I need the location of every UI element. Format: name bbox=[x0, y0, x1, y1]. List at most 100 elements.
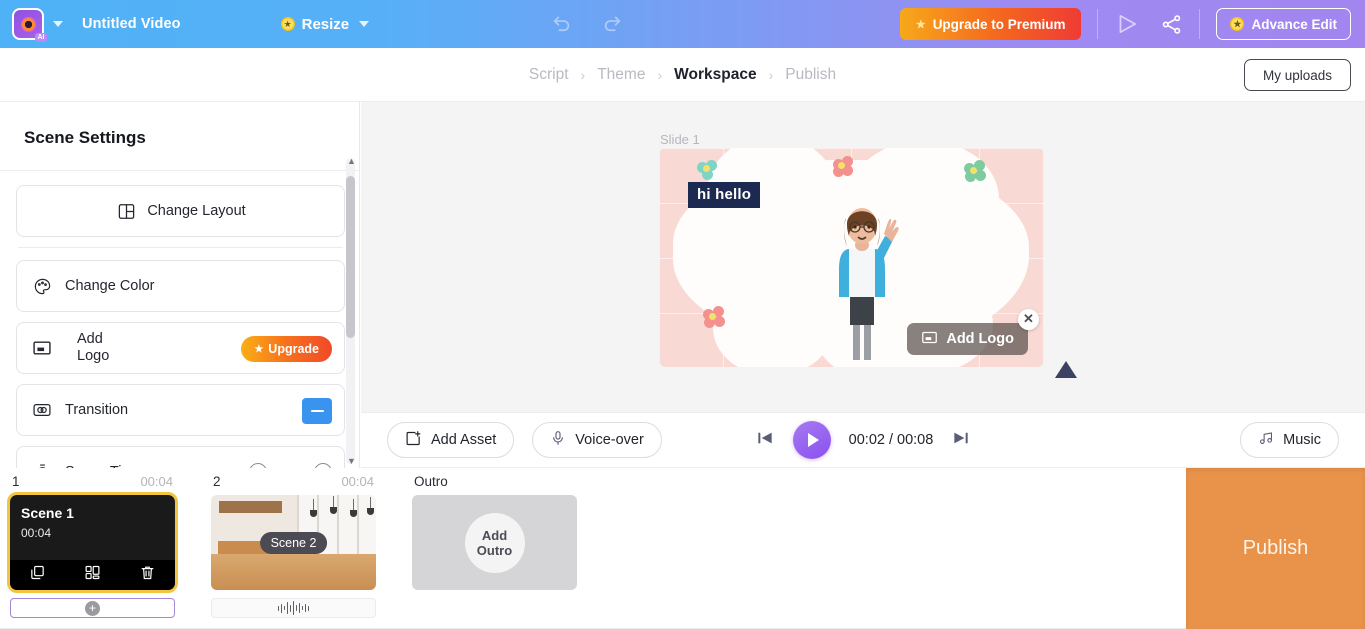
layout-icon bbox=[115, 200, 137, 222]
upgrade-to-premium-button[interactable]: ★ Upgrade to Premium bbox=[899, 8, 1082, 40]
add-logo-line1: Add bbox=[77, 331, 103, 347]
palette-icon bbox=[31, 275, 53, 297]
upgrade-badge-label: Upgrade bbox=[268, 342, 319, 356]
breadcrumb-steps: Script › Theme › Workspace › Publish bbox=[517, 66, 848, 84]
timeline-scene-1: 1 00:04 Scene 1 00:04 + bbox=[7, 474, 178, 618]
sidebar-item-label: Transition bbox=[65, 402, 129, 418]
duplicate-icon[interactable] bbox=[29, 564, 46, 586]
advance-edit-label: Advance Edit bbox=[1251, 16, 1337, 32]
player-toolbar: Add Asset Voice-over 00:02 / 00:08 Music bbox=[361, 412, 1365, 468]
text-element[interactable]: hi hello bbox=[688, 182, 761, 208]
timecode: 00:02 / 00:08 bbox=[848, 432, 934, 448]
add-logo-chip-label: Add Logo bbox=[946, 331, 1014, 347]
timeline: 1 00:04 Scene 1 00:04 + 2 00:04 Scene 2 … bbox=[0, 468, 1186, 629]
add-logo-line2: Logo bbox=[77, 348, 110, 364]
scene-thumbnail[interactable]: Scene 2 bbox=[211, 495, 376, 590]
audio-waveform-track[interactable] bbox=[211, 598, 376, 618]
scene-actions bbox=[10, 560, 175, 590]
publish-button[interactable]: Publish bbox=[1186, 468, 1365, 629]
scene-meta: 1 00:04 bbox=[10, 474, 175, 495]
sidebar-item-add-logo[interactable]: Add Logo ★ Upgrade bbox=[16, 322, 345, 374]
close-icon[interactable]: ✕ bbox=[1018, 309, 1039, 330]
breadcrumb-step-script[interactable]: Script bbox=[517, 66, 581, 84]
breadcrumb-step-workspace[interactable]: Workspace bbox=[662, 66, 768, 84]
scene-name: Scene 2 bbox=[259, 531, 328, 554]
stopwatch-icon bbox=[31, 461, 53, 468]
flower-icon bbox=[833, 156, 855, 177]
share-icon[interactable] bbox=[1160, 13, 1183, 36]
advance-edit-button[interactable]: ★ Advance Edit bbox=[1216, 8, 1351, 40]
flower-icon bbox=[964, 160, 988, 182]
scene-thumbnail-image: Scene 1 00:04 bbox=[10, 495, 175, 590]
history-controls bbox=[551, 11, 623, 38]
playback-controls: 00:02 / 00:08 bbox=[361, 421, 1365, 459]
sidebar-item-change-color[interactable]: Change Color bbox=[16, 260, 345, 312]
app-logo-ai-icon[interactable]: AI bbox=[12, 8, 47, 42]
transition-toggle[interactable] bbox=[302, 398, 332, 424]
scroll-up-icon[interactable]: ▲ bbox=[347, 156, 356, 166]
transition-icon bbox=[31, 399, 53, 421]
upgrade-label: Upgrade to Premium bbox=[932, 16, 1066, 32]
layout-grid-icon[interactable] bbox=[84, 564, 101, 586]
timeline-track: 1 00:04 Scene 1 00:04 + 2 00:04 Scene 2 … bbox=[0, 468, 1186, 618]
play-preview-icon[interactable] bbox=[1114, 11, 1140, 37]
header-divider-2 bbox=[1199, 9, 1201, 39]
scene-meta: 2 00:04 bbox=[211, 474, 376, 495]
music-label: Music bbox=[1283, 432, 1321, 448]
scene-settings-panel: Scene Settings Change Layout Change Colo… bbox=[0, 102, 360, 468]
star-icon: ★ bbox=[254, 343, 264, 355]
skip-next-icon[interactable] bbox=[951, 428, 971, 453]
scene-number: 2 bbox=[213, 474, 221, 489]
add-scene-track-button[interactable]: + bbox=[10, 598, 175, 618]
skip-previous-icon[interactable] bbox=[755, 428, 775, 453]
resize-button[interactable]: ★ Resize bbox=[280, 16, 370, 33]
slide-canvas[interactable]: hi hello Add Logo ✕ bbox=[659, 148, 1044, 367]
music-note-icon bbox=[1258, 430, 1274, 450]
scene-duration: 00:04 bbox=[341, 474, 374, 489]
redo-icon[interactable] bbox=[601, 11, 623, 38]
add-outro-circle: Add Outro bbox=[464, 512, 525, 573]
avatar-character[interactable] bbox=[823, 192, 899, 367]
play-triangle bbox=[807, 433, 819, 447]
project-title[interactable]: Untitled Video bbox=[82, 16, 181, 32]
scene-thumbnail-image: Scene 2 bbox=[211, 495, 376, 590]
chevron-down-icon[interactable] bbox=[359, 21, 370, 27]
scrollbar-thumb[interactable] bbox=[346, 176, 355, 338]
slide-label: Slide 1 bbox=[660, 132, 700, 147]
flower-icon bbox=[697, 160, 719, 180]
breadcrumb: Script › Theme › Workspace › Publish My … bbox=[0, 48, 1365, 102]
minus-icon bbox=[310, 409, 324, 413]
sidebar-item-transition[interactable]: Transition bbox=[16, 384, 345, 436]
expand-triangle-icon[interactable] bbox=[1055, 361, 1077, 378]
sidebar-item-label: Change Color bbox=[65, 278, 155, 294]
image-placeholder-icon bbox=[31, 337, 53, 359]
sidebar-items: Change Layout Change Color Add Logo ★ Up… bbox=[0, 171, 359, 468]
upgrade-badge[interactable]: ★ Upgrade bbox=[241, 336, 332, 362]
scene-name: Scene 1 bbox=[21, 505, 74, 521]
logo-aperture-icon bbox=[20, 16, 36, 32]
sidebar-item-label: Change Layout bbox=[147, 203, 246, 219]
header-divider bbox=[1097, 9, 1099, 39]
star-icon: ★ bbox=[915, 18, 926, 31]
add-outro-button[interactable]: Add Outro bbox=[412, 495, 577, 590]
scroll-down-icon[interactable]: ▼ bbox=[347, 456, 356, 466]
star-icon: ★ bbox=[1230, 17, 1245, 31]
scene-thumb-duration: 00:04 bbox=[21, 526, 52, 540]
music-button[interactable]: Music bbox=[1240, 422, 1339, 458]
chevron-down-icon[interactable] bbox=[53, 21, 63, 27]
sidebar-item-scene-timer[interactable]: Scene Timer − 00:04 + bbox=[16, 446, 345, 468]
image-placeholder-icon bbox=[921, 329, 938, 350]
my-uploads-button[interactable]: My uploads bbox=[1243, 59, 1351, 91]
add-logo-chip[interactable]: Add Logo ✕ bbox=[907, 309, 1039, 355]
app-header: AI Untitled Video ★ Resize ★ Upgrade to … bbox=[0, 0, 1365, 48]
breadcrumb-step-theme[interactable]: Theme bbox=[585, 66, 657, 84]
scene-thumbnail[interactable]: Scene 1 00:04 bbox=[7, 492, 178, 593]
breadcrumb-step-publish[interactable]: Publish bbox=[773, 66, 848, 84]
undo-icon[interactable] bbox=[551, 11, 573, 38]
sidebar-scrollbar[interactable]: ▲ ▼ bbox=[346, 156, 356, 466]
add-outro-line1: Add bbox=[481, 527, 508, 543]
sidebar-item-change-layout[interactable]: Change Layout bbox=[16, 185, 345, 237]
play-icon[interactable] bbox=[792, 421, 831, 459]
logo-group[interactable]: AI bbox=[12, 8, 63, 42]
trash-icon[interactable] bbox=[139, 564, 156, 586]
